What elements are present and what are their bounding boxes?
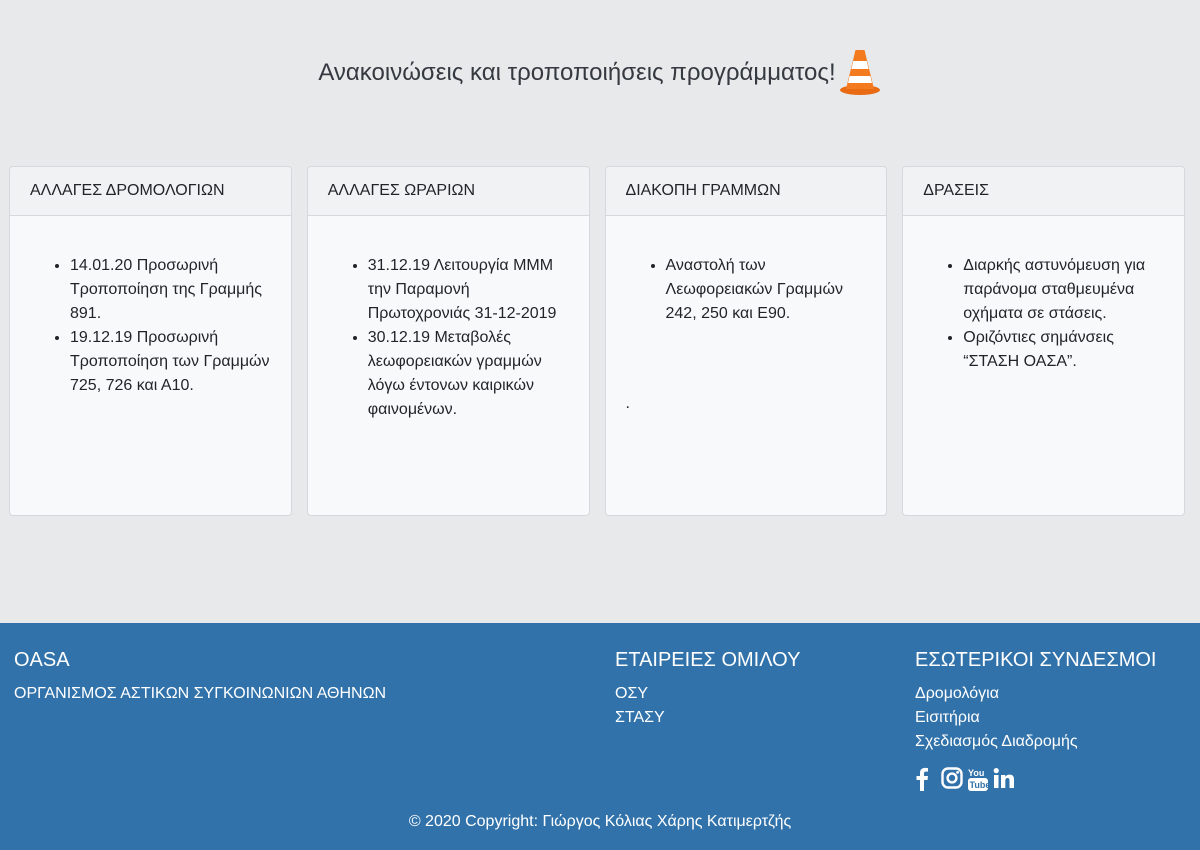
- announcement-item[interactable]: 31.12.19 Λειτουργία ΜΜΜ την Παραμονή Πρω…: [368, 254, 569, 326]
- announcement-item[interactable]: 14.01.20 Προσωρινή Τροποποίηση της Γραμμ…: [70, 254, 271, 326]
- card-body: Αναστολή των Λεωφορειακών Γραμμών 242, 2…: [606, 216, 887, 416]
- card-line-interruption: ΔΙΑΚΟΠΗ ΓΡΑΜΜΩΝ Αναστολή των Λεωφορειακώ…: [604, 166, 888, 516]
- facebook-icon[interactable]: [915, 767, 937, 793]
- card-header: ΑΛΛΑΓΕΣ ΩΡΑΡΙΩΝ: [307, 167, 589, 216]
- footer-brand-title: OASA: [14, 649, 70, 671]
- footer-internal-title: ΕΣΩΤΕΡΙΚΟΙ ΣΥΝΔΕΣΜΟΙ: [915, 649, 1157, 671]
- instagram-icon[interactable]: [941, 767, 963, 793]
- card-header: ΔΡΑΣΕΙΣ: [903, 167, 1184, 216]
- footer: OASA ΟΡΓΑΝΙΣΜΟΣ ΑΣΤΙΚΩΝ ΣΥΓΚΟΙΝΩΝΙΩΝ ΑΘΗ…: [0, 623, 1200, 850]
- footer-col-about: OASA ΟΡΓΑΝΙΣΜΟΣ ΑΣΤΙΚΩΝ ΣΥΓΚΟΙΝΩΝΙΩΝ ΑΘΗ…: [14, 649, 386, 706]
- card-body: Διαρκής αστυνόμευση για παράνομα σταθμευ…: [903, 216, 1184, 374]
- social-links: You Tube: [915, 767, 1015, 793]
- card-schedule-changes: ΑΛΛΑΓΕΣ ΩΡΑΡΙΩΝ 31.12.19 Λειτουργία ΜΜΜ …: [306, 166, 590, 516]
- card-actions: ΔΡΑΣΕΙΣ Διαρκής αστυνόμευση για παράνομα…: [902, 166, 1185, 516]
- announcement-item[interactable]: Διαρκής αστυνόμευση για παράνομα σταθμευ…: [963, 254, 1164, 326]
- footer-col-internal: ΕΣΩΤΕΡΙΚΟΙ ΣΥΝΔΕΣΜΟΙ Δρομολόγια Εισιτήρι…: [915, 649, 1156, 754]
- announcement-list: Αναστολή των Λεωφορειακών Γραμμών 242, 2…: [626, 254, 867, 326]
- footer-brand-text: ΟΡΓΑΝΙΣΜΟΣ ΑΣΤΙΚΩΝ ΣΥΓΚΟΙΝΩΝΙΩΝ ΑΘΗΝΩΝ: [14, 685, 387, 702]
- announcement-item[interactable]: Οριζόντιες σημάνσεις “ΣΤΑΣΗ ΟΑΣΑ”.: [963, 326, 1164, 374]
- page-title: Ανακοινώσεις και τροποποιήσεις προγράμμα…: [318, 59, 836, 86]
- footer-link-routes[interactable]: Δρομολόγια: [915, 682, 1156, 706]
- traffic-cone-icon: [838, 48, 882, 98]
- footer-group-title: ΕΤΑΙΡΕΙΕΣ ΟΜΙΛΟΥ: [615, 649, 801, 671]
- card-trailing-text: .: [625, 395, 630, 412]
- footer-col-group: ΕΤΑΙΡΕΙΕΣ ΟΜΙΛΟΥ ΟΣΥ ΣΤΑΣΥ: [615, 649, 800, 730]
- announcement-cards: ΑΛΛΑΓΕΣ ΔΡΟΜΟΛΟΓΙΩΝ 14.01.20 Προσωρινή Τ…: [9, 166, 1185, 516]
- announcement-list: Διαρκής αστυνόμευση για παράνομα σταθμευ…: [923, 254, 1164, 374]
- card-body: 14.01.20 Προσωρινή Τροποποίηση της Γραμμ…: [10, 216, 291, 398]
- linkedin-icon[interactable]: [993, 767, 1015, 793]
- svg-text:You: You: [968, 768, 984, 778]
- copyright: © 2020 Copyright: Γιώργος Κόλιας Χάρης Κ…: [408, 813, 792, 830]
- page-header: Ανακοινώσεις και τροποποιήσεις προγράμμα…: [0, 48, 1200, 98]
- card-body: 31.12.19 Λειτουργία ΜΜΜ την Παραμονή Πρω…: [308, 216, 589, 422]
- footer-link-osy[interactable]: ΟΣΥ: [615, 682, 800, 706]
- card-header: ΔΙΑΚΟΠΗ ΓΡΑΜΜΩΝ: [605, 167, 887, 216]
- footer-link-stasy[interactable]: ΣΤΑΣΥ: [615, 706, 800, 730]
- card-header: ΑΛΛΑΓΕΣ ΔΡΟΜΟΛΟΓΙΩΝ: [10, 167, 291, 216]
- svg-text:Tube: Tube: [970, 780, 990, 790]
- footer-link-tickets[interactable]: Εισιτήρια: [915, 706, 1156, 730]
- card-route-changes: ΑΛΛΑΓΕΣ ΔΡΟΜΟΛΟΓΙΩΝ 14.01.20 Προσωρινή Τ…: [9, 166, 292, 516]
- announcement-list: 14.01.20 Προσωρινή Τροποποίηση της Γραμμ…: [30, 254, 271, 398]
- announcement-item[interactable]: 30.12.19 Μεταβολές λεωφορειακών γραμμών …: [368, 326, 569, 422]
- announcement-item[interactable]: 19.12.19 Προσωρινή Τροποποίηση των Γραμμ…: [70, 326, 271, 398]
- youtube-icon[interactable]: You Tube: [967, 767, 990, 793]
- announcement-list: 31.12.19 Λειτουργία ΜΜΜ την Παραμονή Πρω…: [328, 254, 569, 422]
- announcement-item[interactable]: Αναστολή των Λεωφορειακών Γραμμών 242, 2…: [666, 254, 867, 326]
- footer-link-trip-planner[interactable]: Σχεδιασμός Διαδρομής: [915, 730, 1156, 754]
